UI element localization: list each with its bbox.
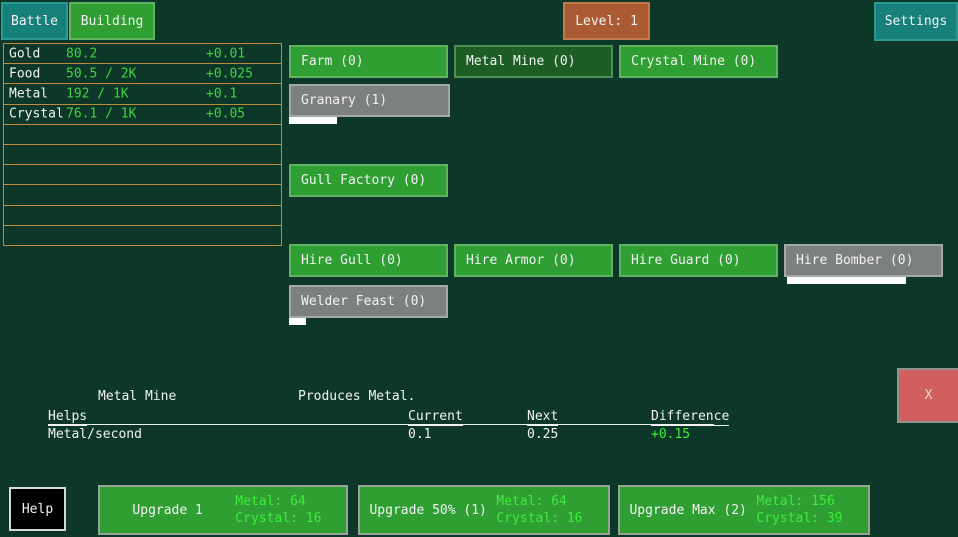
tab-battle[interactable]: Battle (1, 2, 68, 40)
upgrade-max-label: Upgrade Max (2) (620, 503, 756, 518)
resource-name: Gold (9, 46, 40, 61)
detail-title: Metal Mine (98, 389, 176, 404)
resource-row-food: Food 50.5 / 2K +0.025 (4, 64, 281, 84)
resource-rate: +0.05 (206, 107, 245, 122)
help-button[interactable]: Help (9, 487, 66, 531)
upgrade-50-cost-metal: Metal: 64 (496, 493, 608, 510)
upgrade-50-label: Upgrade 50% (1) (360, 503, 496, 518)
resource-row-metal: Metal 192 / 1K +0.1 (4, 84, 281, 104)
hire-bomber-button[interactable]: Hire Bomber (0) (784, 244, 943, 277)
resource-row-empty (4, 226, 281, 245)
resource-table: Gold 80.2 +0.01 Food 50.5 / 2K +0.025 Me… (3, 43, 282, 246)
granary-progress-fill (289, 117, 337, 124)
upgrade-max-button[interactable]: Upgrade Max (2) Metal: 156 Crystal: 39 (618, 485, 870, 535)
hire-gull-button[interactable]: Hire Gull (0) (289, 244, 448, 277)
welder-feast-progress-bar (289, 318, 448, 325)
welder-feast-progress-fill (289, 318, 306, 325)
resource-value: 50.5 / 2K (66, 66, 136, 81)
settings-button[interactable]: Settings (874, 2, 958, 41)
resource-rate: +0.1 (206, 87, 237, 102)
level-indicator: Level: 1 (563, 2, 650, 40)
tab-building[interactable]: Building (69, 2, 155, 40)
resource-row-empty (4, 206, 281, 226)
hire-bomber-progress-fill (787, 277, 906, 284)
upgrade-1-cost-crystal: Crystal: 16 (235, 510, 346, 527)
resource-row-crystal: Crystal 76.1 / 1K +0.05 (4, 105, 281, 125)
hire-armor-button[interactable]: Hire Armor (0) (454, 244, 613, 277)
welder-feast-button[interactable]: Welder Feast (0) (289, 285, 448, 318)
resource-row-empty (4, 165, 281, 185)
detail-description: Produces Metal. (298, 389, 415, 404)
detail-row-next: 0.25 (527, 427, 558, 442)
resource-row-empty (4, 185, 281, 205)
detail-row-helps: Metal/second (48, 427, 142, 442)
resource-row-gold: Gold 80.2 +0.01 (4, 44, 281, 64)
detail-header-rule (48, 424, 714, 425)
resource-rate: +0.025 (206, 66, 253, 81)
hire-bomber-progress-bar (787, 277, 943, 284)
help-label: Help (22, 502, 53, 517)
game-window: Battle Building Level: 1 Settings Gold 8… (0, 0, 958, 537)
close-icon: X (925, 388, 933, 403)
upgrade-max-cost-crystal: Crystal: 39 (756, 510, 868, 527)
resource-value: 192 / 1K (66, 87, 129, 102)
upgrade-max-costs: Metal: 156 Crystal: 39 (756, 493, 868, 527)
resource-row-empty (4, 145, 281, 165)
hire-guard-button[interactable]: Hire Guard (0) (619, 244, 778, 277)
upgrade-50-costs: Metal: 64 Crystal: 16 (496, 493, 608, 527)
resource-value: 80.2 (66, 46, 97, 61)
upgrade-1-label: Upgrade 1 (100, 503, 235, 518)
gull-factory-button[interactable]: Gull Factory (0) (289, 164, 448, 197)
upgrade-max-cost-metal: Metal: 156 (756, 493, 868, 510)
upgrade-1-costs: Metal: 64 Crystal: 16 (235, 493, 346, 527)
crystal-mine-button[interactable]: Crystal Mine (0) (619, 45, 778, 78)
close-detail-button[interactable]: X (897, 368, 958, 423)
detail-row-current: 0.1 (408, 427, 431, 442)
resource-value: 76.1 / 1K (66, 107, 136, 122)
upgrade-1-cost-metal: Metal: 64 (235, 493, 346, 510)
resource-name: Food (9, 66, 40, 81)
granary-button[interactable]: Granary (1) (289, 84, 450, 117)
upgrade-1-button[interactable]: Upgrade 1 Metal: 64 Crystal: 16 (98, 485, 348, 535)
resource-row-empty (4, 125, 281, 145)
upgrade-50-cost-crystal: Crystal: 16 (496, 510, 608, 527)
upgrade-50-button[interactable]: Upgrade 50% (1) Metal: 64 Crystal: 16 (358, 485, 610, 535)
detail-row-difference: +0.15 (651, 427, 690, 442)
resource-rate: +0.01 (206, 46, 245, 61)
granary-progress-bar (289, 117, 450, 124)
farm-button[interactable]: Farm (0) (289, 45, 448, 78)
resource-name: Crystal (9, 107, 64, 122)
metal-mine-button[interactable]: Metal Mine (0) (454, 45, 613, 78)
resource-name: Metal (9, 87, 48, 102)
